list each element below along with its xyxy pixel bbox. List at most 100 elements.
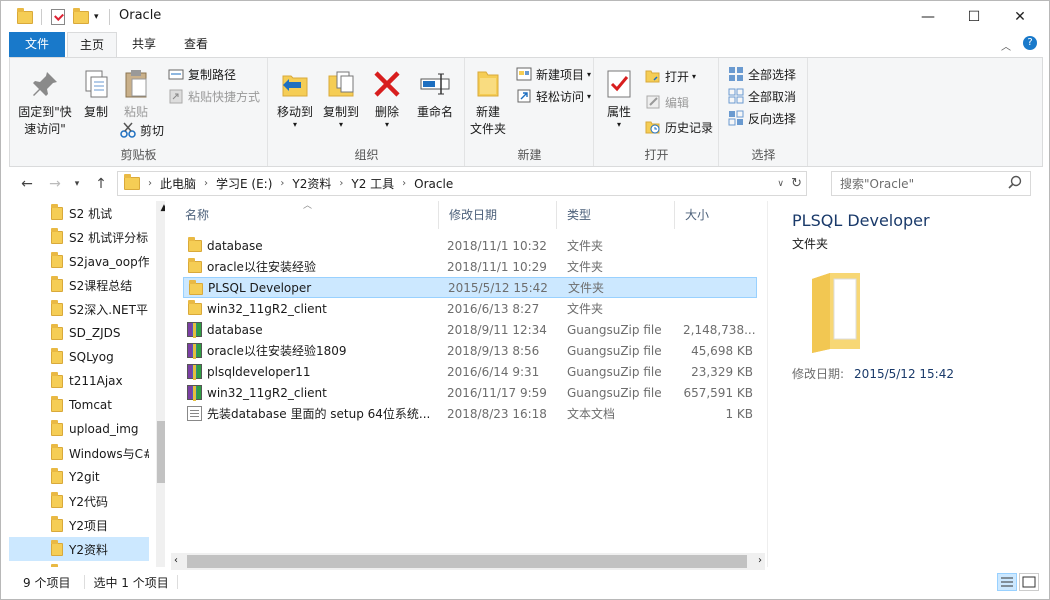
close-button[interactable]: ✕ bbox=[997, 1, 1043, 32]
column-header-size[interactable]: 大小 bbox=[675, 201, 757, 229]
nav-item[interactable]: S2深入.NET平 bbox=[9, 297, 149, 321]
minimize-button[interactable]: — bbox=[905, 1, 951, 32]
breadcrumb-y2-tools[interactable]: Y2 工具 bbox=[345, 175, 400, 192]
forward-arrow-icon[interactable]: → bbox=[45, 174, 65, 194]
nav-item[interactable]: S2课程总结 bbox=[9, 273, 149, 297]
nav-item[interactable]: Y2git bbox=[9, 465, 149, 489]
back-arrow-icon[interactable]: ← bbox=[17, 174, 37, 194]
paste-button[interactable]: 粘贴 bbox=[116, 68, 156, 121]
breadcrumb-y2-docs[interactable]: Y2资料 bbox=[286, 175, 337, 192]
folder-icon bbox=[51, 228, 63, 244]
copy-to-dropdown-icon[interactable]: ▾ bbox=[319, 121, 363, 129]
nav-item[interactable]: t211Ajax bbox=[9, 369, 149, 393]
nav-item-selected[interactable]: Y2资料 bbox=[9, 537, 149, 561]
chevron-right-icon[interactable]: › bbox=[146, 178, 154, 189]
copy-path-button[interactable]: 复制路径 bbox=[168, 64, 236, 84]
nav-item[interactable]: S2java_oop作 bbox=[9, 249, 149, 273]
horizontal-scroll-thumb[interactable] bbox=[187, 555, 747, 568]
paste-shortcut-button[interactable]: 粘贴快捷方式 bbox=[168, 86, 260, 106]
nav-item[interactable]: Y2代码 bbox=[9, 489, 149, 513]
scroll-left-icon[interactable]: ‹ bbox=[174, 555, 178, 566]
search-icon[interactable] bbox=[1008, 175, 1022, 192]
chevron-right-icon[interactable]: › bbox=[278, 178, 286, 189]
file-row[interactable]: win32_11gR2_client 2016/6/13 8:27 文件夹 bbox=[183, 298, 757, 319]
properties-quick-icon[interactable] bbox=[51, 8, 65, 26]
history-button[interactable]: 历史记录 bbox=[645, 117, 713, 137]
column-header-type[interactable]: 类型 bbox=[557, 201, 675, 229]
file-row[interactable]: win32_11gR2_client 2016/11/17 9:59 Guang… bbox=[183, 382, 757, 403]
file-row[interactable]: database 2018/9/11 12:34 GuangsuZip file… bbox=[183, 319, 757, 340]
copy-to-button[interactable]: 复制到 ▾ bbox=[319, 68, 363, 129]
breadcrumb-drive-e[interactable]: 学习E (E:) bbox=[210, 175, 278, 192]
maximize-button[interactable]: ☐ bbox=[951, 1, 997, 32]
folder-icon bbox=[51, 348, 63, 364]
properties-dropdown-icon[interactable]: ▾ bbox=[599, 121, 639, 129]
chevron-right-icon[interactable]: › bbox=[400, 178, 408, 189]
scroll-right-icon[interactable]: › bbox=[758, 555, 762, 566]
refresh-icon[interactable]: ↻ bbox=[791, 176, 802, 191]
folder-icon bbox=[51, 468, 63, 484]
up-arrow-icon[interactable]: ↑ bbox=[91, 174, 111, 194]
recent-locations-icon[interactable]: ▾ bbox=[67, 174, 87, 194]
nav-item[interactable]: Tomcat bbox=[9, 393, 149, 417]
rename-button[interactable]: 重命名 bbox=[411, 68, 459, 121]
nav-item[interactable]: Windows与C# bbox=[9, 441, 149, 465]
address-bar[interactable]: › 此电脑 › 学习E (E:) › Y2资料 › Y2 工具 › Oracle… bbox=[117, 171, 807, 196]
move-to-dropdown-icon[interactable]: ▾ bbox=[273, 121, 317, 129]
chevron-right-icon[interactable]: › bbox=[202, 178, 210, 189]
file-row[interactable]: database 2018/11/1 10:32 文件夹 bbox=[183, 235, 757, 256]
address-dropdown-icon[interactable]: ∨ bbox=[777, 179, 784, 189]
column-header-date[interactable]: 修改日期 bbox=[439, 201, 557, 229]
edit-button[interactable]: 编辑 bbox=[645, 92, 689, 112]
new-item-button[interactable]: 新建项目 ▾ bbox=[516, 64, 591, 84]
nav-scroll-thumb[interactable] bbox=[157, 421, 165, 483]
pin-quick-access-button[interactable]: 固定到"快速访问" bbox=[14, 68, 76, 138]
file-row[interactable]: 先装database 里面的 setup 64位系统... 2018/8/23 … bbox=[183, 403, 757, 424]
column-header-name[interactable]: 名称 bbox=[175, 201, 439, 229]
file-row-selected[interactable]: PLSQL Developer 2015/5/12 15:42 文件夹 bbox=[183, 277, 757, 298]
tab-share[interactable]: 共享 bbox=[121, 32, 167, 57]
select-none-button[interactable]: 全部取消 bbox=[728, 86, 796, 106]
tab-view[interactable]: 查看 bbox=[173, 32, 219, 57]
breadcrumb-oracle[interactable]: Oracle bbox=[408, 177, 459, 191]
tab-file[interactable]: 文件 bbox=[9, 32, 65, 57]
file-row[interactable]: oracle以往安装经验1809 2018/9/13 8:56 GuangsuZ… bbox=[183, 340, 757, 361]
breadcrumb-this-pc[interactable]: 此电脑 bbox=[154, 175, 202, 192]
new-folder-quick-icon[interactable] bbox=[73, 7, 89, 26]
cut-button[interactable]: 剪切 bbox=[120, 120, 164, 140]
help-icon[interactable]: ? bbox=[1023, 36, 1037, 50]
invert-selection-button[interactable]: 反向选择 bbox=[728, 108, 796, 128]
nav-scrollbar[interactable]: ▲ bbox=[156, 201, 165, 567]
easy-access-button[interactable]: 轻松访问 ▾ bbox=[516, 86, 591, 106]
nav-item[interactable]: upload_img bbox=[9, 417, 149, 441]
open-button[interactable]: 打开 ▾ bbox=[645, 66, 696, 86]
collapse-ribbon-icon[interactable]: ︿ bbox=[1001, 38, 1011, 53]
nav-item[interactable]: SD_ZJDS bbox=[9, 321, 149, 345]
file-row[interactable]: plsqldeveloper11 2016/6/14 9:31 GuangsuZ… bbox=[183, 361, 757, 382]
delete-button[interactable]: 删除 ▾ bbox=[369, 68, 405, 129]
nav-item[interactable]: Y2项目 bbox=[9, 513, 149, 537]
nav-item[interactable]: 代码 bbox=[9, 561, 149, 567]
file-list-scrollbar[interactable]: ‹ › bbox=[171, 553, 765, 570]
nav-item-label: Y2项目 bbox=[69, 518, 108, 533]
search-input[interactable]: 搜索"Oracle" bbox=[831, 171, 1031, 196]
large-icons-view-icon[interactable] bbox=[1019, 573, 1039, 591]
properties-button[interactable]: 属性 ▾ bbox=[599, 68, 639, 129]
new-folder-icon bbox=[472, 68, 504, 100]
select-all-button[interactable]: 全部选择 bbox=[728, 64, 796, 84]
file-row[interactable]: oracle以往安装经验 2018/11/1 10:29 文件夹 bbox=[183, 256, 757, 277]
customize-quick-access-icon[interactable]: ▾ bbox=[94, 8, 99, 26]
file-size: 1 KB bbox=[725, 406, 753, 421]
tab-home[interactable]: 主页 bbox=[67, 32, 117, 58]
delete-dropdown-icon[interactable]: ▾ bbox=[369, 121, 405, 129]
scroll-up-icon[interactable]: ▲ bbox=[156, 203, 165, 213]
new-folder-button[interactable]: 新建 文件夹 bbox=[466, 68, 510, 138]
move-to-button[interactable]: 移动到 ▾ bbox=[273, 68, 317, 129]
nav-item[interactable]: SQLyog bbox=[9, 345, 149, 369]
copy-button[interactable]: 复制 bbox=[76, 68, 116, 121]
ribbon-tabs: 文件 主页 共享 查看 ︿ ? bbox=[1, 32, 1049, 58]
nav-item[interactable]: S2 机试 bbox=[9, 201, 149, 225]
details-view-icon[interactable] bbox=[997, 573, 1017, 591]
chevron-right-icon[interactable]: › bbox=[337, 178, 345, 189]
nav-item[interactable]: S2 机试评分标 bbox=[9, 225, 149, 249]
